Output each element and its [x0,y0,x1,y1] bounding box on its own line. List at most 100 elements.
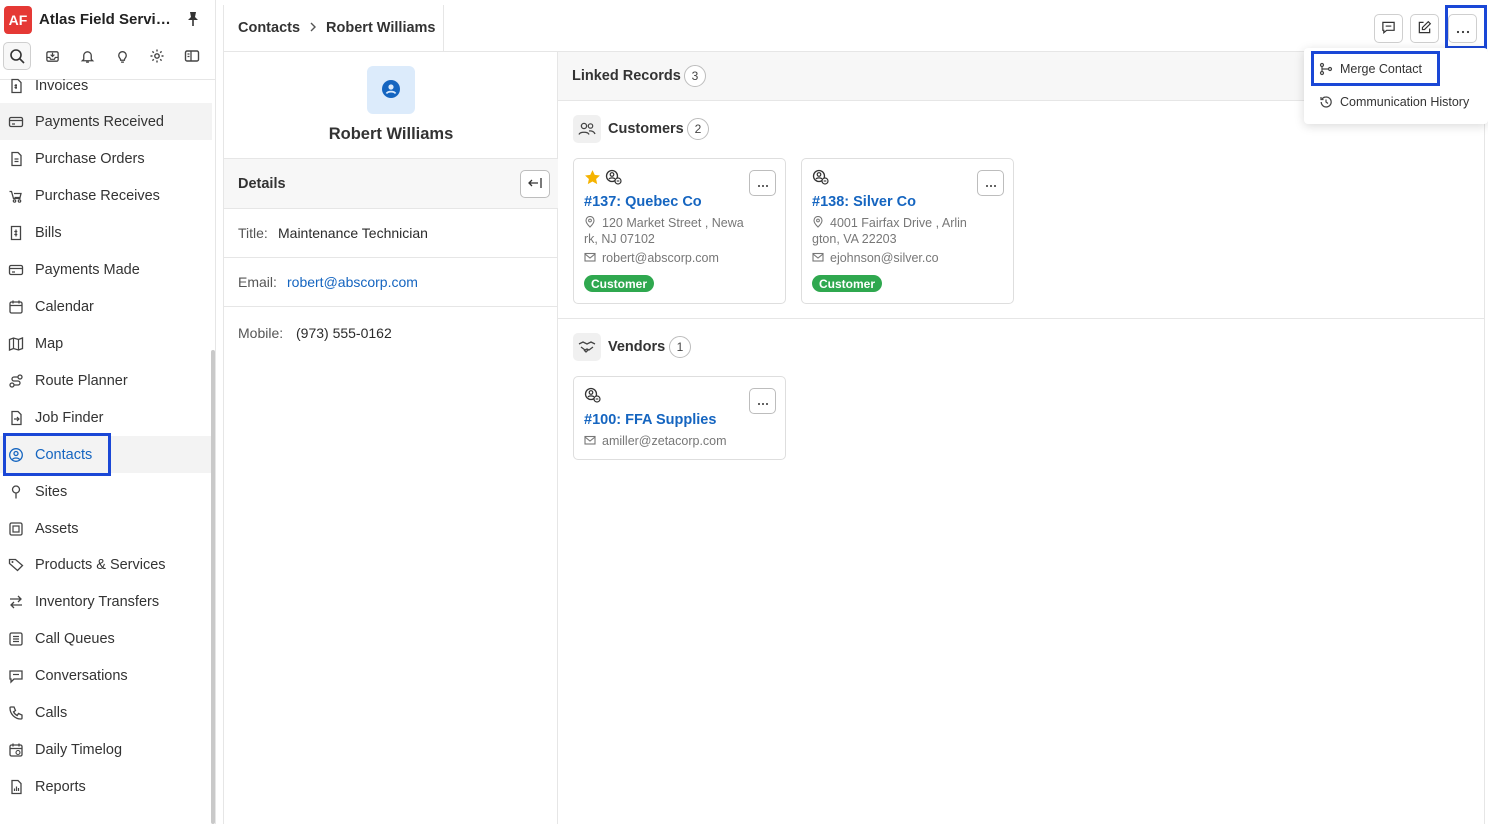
field-value: (973) 555-0162 [296,325,392,341]
document-icon [8,151,24,167]
sidebar-item-label: Calendar [35,298,94,315]
sidebar-item-map[interactable]: Map [0,325,212,362]
customer-email-text: ejohnson@silver.co [830,251,939,265]
field-label: Title: [238,225,268,241]
card-more-button[interactable] [977,170,1004,196]
linked-records-panel: Linked Records 3 Customers 2 #137: Quebe… [558,52,1484,824]
sidebar-item-reports[interactable]: Reports [0,768,212,805]
sidebar-item-label: Bills [35,224,62,241]
sidebar-item-call-queues[interactable]: Call Queues [0,620,212,657]
page-header: Contacts Robert Williams [224,5,1488,52]
comment-button[interactable] [1374,14,1403,43]
sidebar-item-purchase-orders[interactable]: Purchase Orders [0,140,212,177]
edit-button[interactable] [1410,14,1439,43]
gear-icon[interactable] [143,42,171,70]
mail-icon [812,251,824,263]
pin-icon[interactable] [184,10,202,28]
customer-card[interactable]: #137: Quebec Co 120 Market Street , Newa… [573,158,786,304]
merge-icon [1319,62,1333,76]
more-actions-button[interactable] [1448,14,1477,43]
breadcrumb-current: Robert Williams [326,20,436,36]
field-value: Maintenance Technician [278,225,428,241]
menu-item-merge-contact[interactable]: Merge Contact [1304,53,1488,85]
star-icon[interactable] [584,169,601,187]
email-link[interactable]: robert@abscorp.com [287,274,418,290]
more-horizontal-icon [757,393,769,409]
sidebar-item-inventory-transfers[interactable]: Inventory Transfers [0,583,212,620]
sidebar-item-calendar[interactable]: Calendar [0,288,212,325]
timelog-icon [8,742,24,758]
card-icon [8,114,24,130]
sidebar-item-conversations[interactable]: Conversations [0,657,212,694]
asset-icon [8,521,24,537]
sidebar-item-label: Payments Made [35,261,140,278]
sidebar-scrollbar[interactable] [211,350,215,824]
card-more-button[interactable] [749,388,776,414]
sidebar-item-purchase-receives[interactable]: Purchase Receives [0,177,212,214]
customer-type-icon [812,169,830,187]
sidebar-item-calls[interactable]: Calls [0,694,212,731]
transfer-icon [8,594,24,610]
vendors-count: 1 [669,336,691,358]
card-more-button[interactable] [749,170,776,196]
vendor-card[interactable]: #100: FFA Supplies amiller@zetacorp.com [573,376,786,460]
sidebar-item-job-finder[interactable]: Job Finder [0,399,212,436]
location-pin-icon [812,215,824,228]
sidebar-item-label: Reports [35,778,86,795]
bell-icon[interactable] [73,42,101,70]
more-horizontal-icon [757,175,769,191]
sidebar-item-assets[interactable]: Assets [0,510,212,547]
linked-records-count: 3 [684,65,706,87]
vendors-group-icon [573,333,601,361]
vendor-email: amiller@zetacorp.com [584,434,727,448]
sidebar-item-invoices[interactable]: Invoices [0,67,212,104]
field-email: Email: robert@abscorp.com [224,258,558,307]
details-header: Details [224,158,558,209]
sidebar-item-label: Payments Received [35,113,164,130]
field-title: Title: Maintenance Technician [224,209,558,258]
pin-icon [8,484,24,500]
app-logo[interactable]: AF [4,6,32,34]
sidebar-item-payments-made[interactable]: Payments Made [0,251,212,288]
chevron-right-icon [309,20,317,36]
contact-details-panel: Robert Williams Details Title: Maintenan… [224,52,558,824]
inbox-icon[interactable] [38,42,66,70]
customer-name-link[interactable]: #138: Silver Co [812,194,916,210]
vendor-name-link[interactable]: #100: FFA Supplies [584,412,716,428]
customer-name-link[interactable]: #137: Quebec Co [584,194,702,210]
route-icon [8,373,24,389]
sidebar-item-daily-timelog[interactable]: Daily Timelog [0,731,212,768]
sidebar-item-sites[interactable]: Sites [0,473,212,510]
field-label: Email: [238,274,277,290]
app-name[interactable]: Atlas Field Servic... [39,11,171,28]
sidebar-item-label: Call Queues [35,630,115,647]
card-icons [812,169,830,187]
contact-name: Robert Williams [328,125,454,143]
job-finder-icon [8,410,24,426]
sidebar-item-label: Calls [35,704,68,721]
breadcrumb: Contacts Robert Williams [224,5,444,51]
breadcrumb-root[interactable]: Contacts [238,20,300,36]
sidebar-item-label: Products & Services [35,556,166,573]
sidebar-item-payments-received[interactable]: Payments Received [0,103,212,140]
mail-icon [584,434,596,446]
more-actions-menu: Merge Contact Communication History [1304,48,1488,124]
panel-icon[interactable] [178,42,206,70]
bill-icon [8,225,24,241]
sidebar-item-label: Sites [35,483,68,500]
calendar-icon [8,299,24,315]
lightbulb-icon[interactable] [108,42,136,70]
customer-card[interactable]: #138: Silver Co 4001 Fairfax Drive , Arl… [801,158,1014,304]
customer-badge: Customer [812,275,883,292]
sidebar-item-bills[interactable]: Bills [0,214,212,251]
history-icon [1319,95,1333,109]
sidebar-item-contacts[interactable]: Contacts [0,436,212,473]
sidebar-item-products-services[interactable]: Products & Services [0,546,212,583]
sidebar-item-route-planner[interactable]: Route Planner [0,362,212,399]
search-icon[interactable] [3,42,31,70]
customer-email-text: robert@abscorp.com [602,251,719,265]
collapse-panel-button[interactable] [520,170,550,198]
customer-email: robert@abscorp.com [584,251,719,265]
menu-item-communication-history[interactable]: Communication History [1304,86,1488,118]
sidebar-item-label: Contacts [35,446,93,463]
